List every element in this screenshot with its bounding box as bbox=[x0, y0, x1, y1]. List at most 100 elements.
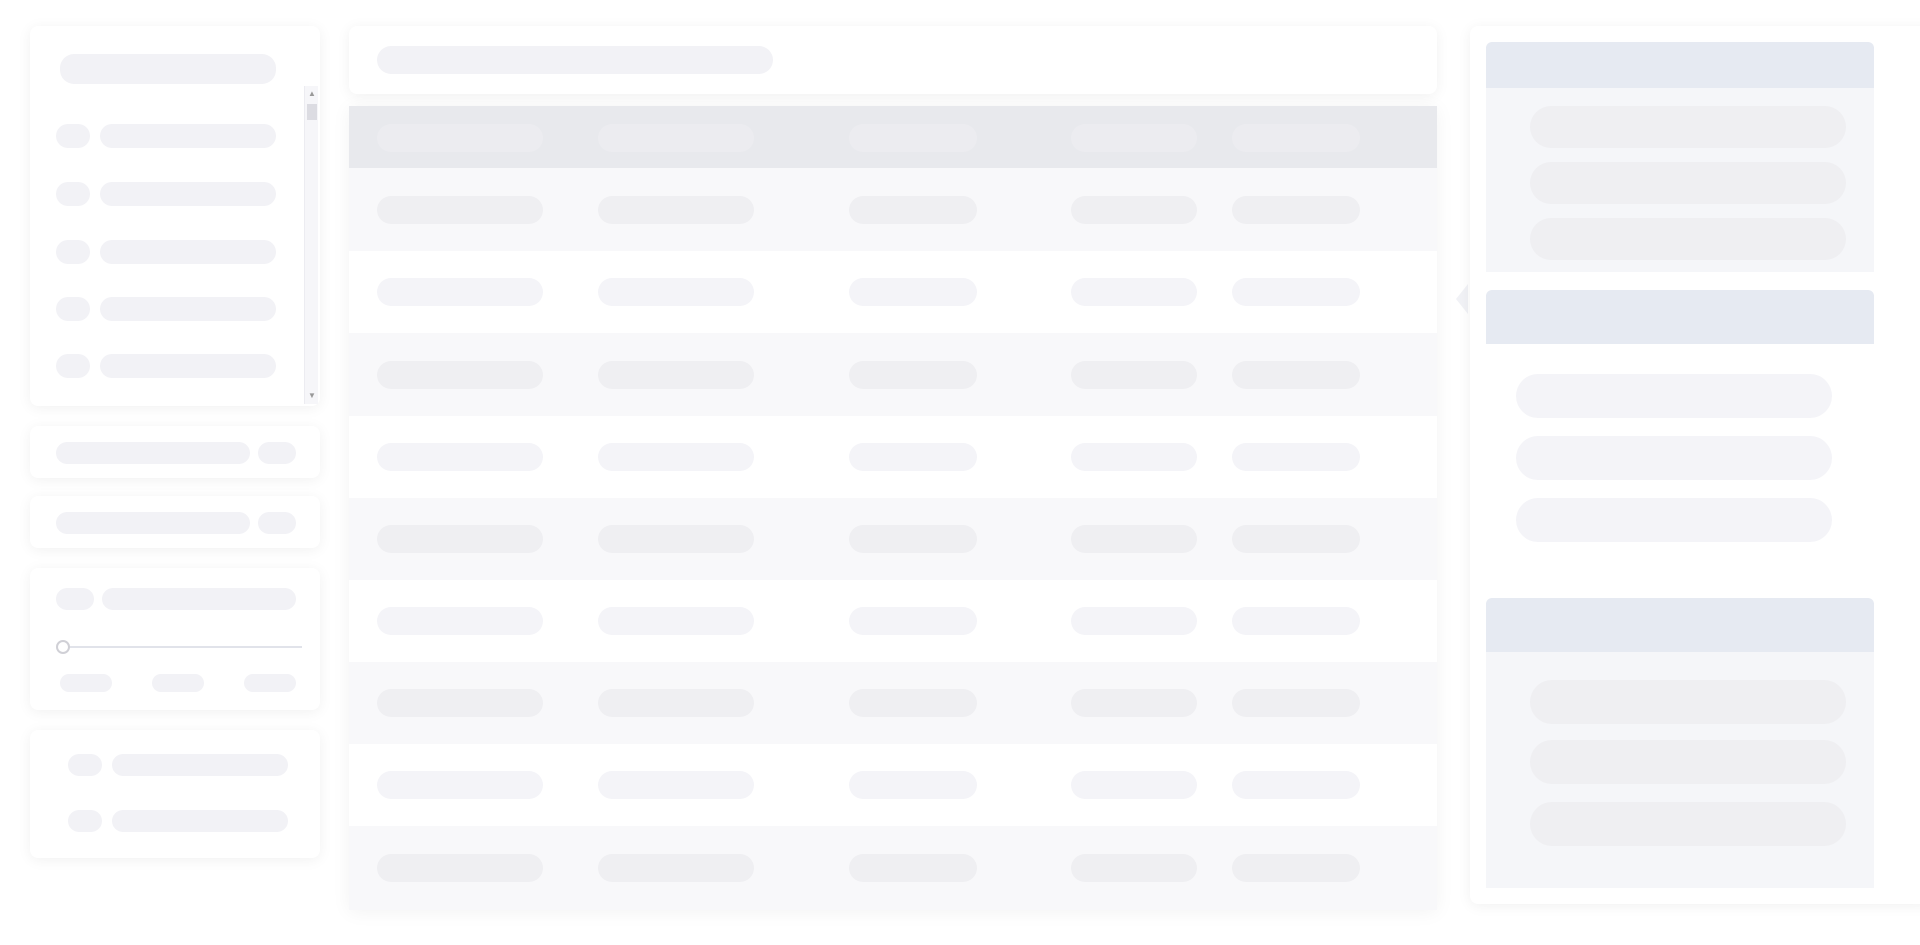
section-item[interactable] bbox=[1530, 680, 1846, 724]
toggle-row[interactable] bbox=[30, 496, 320, 548]
toggle-switch[interactable] bbox=[258, 442, 296, 464]
table-cell bbox=[598, 607, 754, 635]
chevron-left-icon[interactable] bbox=[1454, 282, 1470, 316]
details-panel bbox=[1470, 26, 1920, 904]
table-cell bbox=[1071, 689, 1197, 717]
scroll-thumb[interactable] bbox=[307, 104, 317, 120]
section-item[interactable] bbox=[1530, 802, 1846, 846]
data-table bbox=[349, 106, 1437, 910]
slider-tick-label bbox=[60, 674, 112, 692]
table-cell bbox=[1232, 196, 1360, 224]
table-cell bbox=[377, 854, 543, 882]
table-cell bbox=[1071, 278, 1197, 306]
filter-list-panel bbox=[30, 26, 320, 406]
section-item[interactable] bbox=[1530, 218, 1846, 260]
table-row[interactable] bbox=[349, 498, 1437, 580]
table-cell bbox=[377, 196, 543, 224]
slider-handle[interactable] bbox=[56, 640, 70, 654]
table-cell bbox=[598, 196, 754, 224]
section-item[interactable] bbox=[1530, 106, 1846, 148]
slider-icon bbox=[56, 588, 94, 610]
section-item[interactable] bbox=[1516, 498, 1832, 542]
table-row[interactable] bbox=[349, 662, 1437, 744]
column-header[interactable] bbox=[1071, 124, 1197, 152]
table-cell bbox=[377, 361, 543, 389]
table-cell bbox=[849, 525, 977, 553]
slider-label bbox=[102, 588, 296, 610]
section-header[interactable] bbox=[1486, 42, 1874, 88]
option-radio[interactable] bbox=[68, 754, 102, 776]
filter-item-checkbox[interactable] bbox=[56, 297, 90, 321]
section-body bbox=[1486, 652, 1874, 888]
toggle-label bbox=[56, 442, 250, 464]
filter-item-label bbox=[100, 240, 276, 264]
section-item[interactable] bbox=[1530, 162, 1846, 204]
filter-item-label bbox=[100, 182, 276, 206]
table-cell bbox=[1071, 854, 1197, 882]
table-cell bbox=[849, 361, 977, 389]
slider-tick-label bbox=[152, 674, 204, 692]
table-cell bbox=[849, 854, 977, 882]
section-header[interactable] bbox=[1486, 598, 1874, 652]
table-cell bbox=[1232, 607, 1360, 635]
toggle-switch[interactable] bbox=[258, 512, 296, 534]
table-row[interactable] bbox=[349, 826, 1437, 910]
table-cell bbox=[598, 525, 754, 553]
filter-list-scrollbar[interactable]: ▲ ▼ bbox=[304, 86, 318, 404]
table-cell bbox=[849, 278, 977, 306]
filter-item-checkbox[interactable] bbox=[56, 354, 90, 378]
filter-item-label bbox=[100, 297, 276, 321]
table-cell bbox=[1232, 361, 1360, 389]
table-row[interactable] bbox=[349, 416, 1437, 498]
filter-item-checkbox[interactable] bbox=[56, 182, 90, 206]
filter-item-checkbox[interactable] bbox=[56, 124, 90, 148]
toggle-row[interactable] bbox=[30, 426, 320, 478]
table-cell bbox=[598, 443, 754, 471]
table-cell bbox=[1071, 607, 1197, 635]
table-cell bbox=[1071, 196, 1197, 224]
table-cell bbox=[1071, 525, 1197, 553]
table-cell bbox=[849, 771, 977, 799]
toggle-label bbox=[56, 512, 250, 534]
column-header[interactable] bbox=[849, 124, 977, 152]
section-item[interactable] bbox=[1516, 436, 1832, 480]
table-row[interactable] bbox=[349, 744, 1437, 826]
slider-panel bbox=[30, 568, 320, 710]
table-cell bbox=[598, 689, 754, 717]
table-row[interactable] bbox=[349, 333, 1437, 416]
table-cell bbox=[598, 278, 754, 306]
scroll-up-icon[interactable]: ▲ bbox=[308, 90, 316, 98]
table-cell bbox=[1232, 771, 1360, 799]
section-item[interactable] bbox=[1516, 374, 1832, 418]
table-cell bbox=[849, 689, 977, 717]
options-panel bbox=[30, 730, 320, 858]
section-body bbox=[1486, 88, 1874, 272]
filter-item-label bbox=[100, 124, 276, 148]
table-cell bbox=[1232, 689, 1360, 717]
section-header[interactable] bbox=[1486, 290, 1874, 344]
slider-track[interactable] bbox=[58, 646, 302, 648]
filter-search-input[interactable] bbox=[60, 54, 276, 84]
scroll-down-icon[interactable]: ▼ bbox=[308, 392, 316, 400]
column-header[interactable] bbox=[1232, 124, 1360, 152]
column-header[interactable] bbox=[377, 124, 543, 152]
table-header-row bbox=[349, 106, 1437, 168]
filter-item-checkbox[interactable] bbox=[56, 240, 90, 264]
table-cell bbox=[849, 607, 977, 635]
table-row[interactable] bbox=[349, 168, 1437, 251]
table-toolbar bbox=[349, 26, 1437, 94]
table-row[interactable] bbox=[349, 580, 1437, 662]
table-row[interactable] bbox=[349, 251, 1437, 333]
section-item[interactable] bbox=[1530, 740, 1846, 784]
table-cell bbox=[377, 443, 543, 471]
slider-tick-label bbox=[244, 674, 296, 692]
table-cell bbox=[598, 361, 754, 389]
option-radio[interactable] bbox=[68, 810, 102, 832]
column-header[interactable] bbox=[598, 124, 754, 152]
table-search-input[interactable] bbox=[377, 46, 773, 74]
table-cell bbox=[598, 771, 754, 799]
table-cell bbox=[1071, 443, 1197, 471]
table-cell bbox=[1232, 278, 1360, 306]
table-cell bbox=[377, 278, 543, 306]
table-cell bbox=[1232, 854, 1360, 882]
